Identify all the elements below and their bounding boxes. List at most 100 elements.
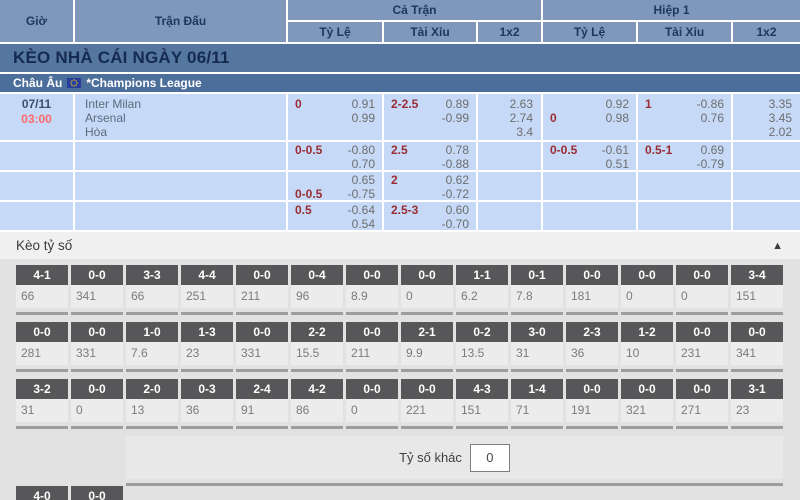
ft-overunder-cell[interactable]: 20.62-0.72 — [384, 172, 478, 202]
score-tile[interactable]: 0-0341 — [71, 486, 123, 500]
score-tile[interactable]: 1-16.2 — [456, 265, 508, 315]
score-label: 0-0 — [676, 322, 728, 342]
score-tile[interactable]: 0-0331 — [71, 322, 123, 372]
score-tile[interactable]: 0-0331 — [236, 322, 288, 372]
score-tile[interactable]: 0-00 — [621, 265, 673, 315]
ft-1x2-cell[interactable] — [478, 142, 543, 172]
score-tile[interactable]: 1-07.6 — [126, 322, 178, 372]
score-label: 4-1 — [16, 265, 68, 285]
match-time: 03:00 — [0, 112, 73, 127]
h1-handicap-cell[interactable] — [543, 202, 638, 232]
score-tile[interactable]: 1-323 — [181, 322, 233, 372]
score-tile[interactable]: 0-0341 — [71, 265, 123, 315]
score-tile[interactable]: 0-496 — [291, 265, 343, 315]
ft-overunder-cell[interactable]: 2-2.50.89-0.99 — [384, 94, 478, 142]
score-tile[interactable]: 3-231 — [16, 379, 68, 429]
score-tile[interactable]: 0-0221 — [401, 379, 453, 429]
odds-value: -0.79 — [697, 157, 724, 171]
h1-handicap-cell[interactable]: 0.9200.98 — [543, 94, 638, 142]
tile-underline — [401, 369, 453, 372]
ft-1x2-cell[interactable] — [478, 202, 543, 232]
score-tile-row: Tỷ số khác 4-0910-0341 — [16, 436, 800, 500]
score-tile[interactable]: 3-4151 — [731, 265, 783, 315]
score-tile[interactable]: 0-00 — [71, 379, 123, 429]
score-tile[interactable]: 0-00 — [676, 265, 728, 315]
score-odds-value: 13.5 — [456, 342, 508, 365]
score-tile[interactable]: 0-0191 — [566, 379, 618, 429]
ft-handicap-cell[interactable]: 0-0.5-0.800.70 — [288, 142, 384, 172]
collapse-arrow-icon[interactable]: ▲ — [772, 240, 783, 252]
score-tile[interactable]: 2-491 — [236, 379, 288, 429]
score-tile[interactable]: 0-0341 — [731, 322, 783, 372]
ft-overunder-cell[interactable]: 2.50.78-0.88 — [384, 142, 478, 172]
score-tile[interactable]: 0-0321 — [621, 379, 673, 429]
score-label: 1-1 — [456, 265, 508, 285]
score-tile[interactable]: 2-336 — [566, 322, 618, 372]
score-label: 0-0 — [236, 322, 288, 342]
score-tile[interactable]: 0-213.5 — [456, 322, 508, 372]
score-odds-value: 66 — [126, 285, 178, 308]
ft-handicap-cell[interactable]: 0.5-0.640.54 — [288, 202, 384, 232]
tile-underline — [291, 369, 343, 372]
h1-overunder-cell[interactable]: 0.5-10.69-0.79 — [638, 142, 733, 172]
h1-1x2-cell[interactable] — [733, 202, 800, 232]
h1-handicap-cell[interactable] — [543, 172, 638, 202]
score-tile[interactable]: 1-210 — [621, 322, 673, 372]
tile-underline — [401, 426, 453, 429]
score-tile[interactable]: 4-3151 — [456, 379, 508, 429]
score-label: 4-4 — [181, 265, 233, 285]
score-tile[interactable]: 0-0271 — [676, 379, 728, 429]
score-tile[interactable]: 0-0181 — [566, 265, 618, 315]
score-tile[interactable]: 4-091 — [16, 486, 68, 500]
odds-line: 0-0.5-0.61 — [543, 143, 636, 157]
tile-underline — [676, 426, 728, 429]
score-tile[interactable]: 0-00 — [346, 379, 398, 429]
score-label: 4-3 — [456, 379, 508, 399]
score-tile[interactable]: 0-00 — [401, 265, 453, 315]
score-odds-value: 23 — [181, 342, 233, 365]
other-score-input[interactable] — [470, 444, 510, 472]
score-tile[interactable]: 2-215.5 — [291, 322, 343, 372]
h1-overunder-cell[interactable]: 1-0.860.76 — [638, 94, 733, 142]
score-tile[interactable]: 2-013 — [126, 379, 178, 429]
score-tile[interactable]: 0-0211 — [346, 322, 398, 372]
score-odds-value: 191 — [566, 399, 618, 422]
tile-underline — [291, 426, 343, 429]
score-tile[interactable]: 1-471 — [511, 379, 563, 429]
odds-value: 0.62 — [446, 173, 469, 187]
ft-overunder-cell[interactable]: 2.5-30.60-0.70 — [384, 202, 478, 232]
score-tile[interactable]: 3-123 — [731, 379, 783, 429]
score-tile[interactable]: 0-0281 — [16, 322, 68, 372]
score-label: 3-0 — [511, 322, 563, 342]
ft-handicap-cell[interactable]: 00.910.99 — [288, 94, 384, 142]
ft-1x2-cell[interactable]: 2.632.743.4 — [478, 94, 543, 142]
col-header-ft-overunder: Tài Xỉu — [384, 22, 478, 44]
score-tile[interactable]: 0-08.9 — [346, 265, 398, 315]
h1-1x2-cell[interactable] — [733, 142, 800, 172]
score-odds-value: 0 — [676, 285, 728, 308]
score-tile[interactable]: 3-366 — [126, 265, 178, 315]
odds-line: 0.70 — [288, 157, 382, 171]
tile-underline — [16, 369, 68, 372]
h1-1x2-cell[interactable]: 3.353.452.02 — [733, 94, 800, 142]
score-tile[interactable]: 3-031 — [511, 322, 563, 372]
score-tile[interactable]: 4-166 — [16, 265, 68, 315]
score-tile[interactable]: 0-336 — [181, 379, 233, 429]
ft-handicap-cell[interactable]: 0.650-0.5-0.75 — [288, 172, 384, 202]
score-tile[interactable]: 4-4251 — [181, 265, 233, 315]
h1-handicap-cell[interactable]: 0-0.5-0.610.51 — [543, 142, 638, 172]
score-tile[interactable]: 2-19.9 — [401, 322, 453, 372]
score-tile[interactable]: 0-0211 — [236, 265, 288, 315]
odds-value: 0.99 — [352, 111, 375, 125]
h1-overunder-cell[interactable] — [638, 172, 733, 202]
tile-underline — [181, 426, 233, 429]
h1-1x2-cell[interactable] — [733, 172, 800, 202]
h1-overunder-cell[interactable] — [638, 202, 733, 232]
tile-underline — [346, 369, 398, 372]
ft-1x2-cell[interactable] — [478, 172, 543, 202]
handicap-label: 2-2.5 — [391, 97, 418, 111]
score-tile[interactable]: 0-17.8 — [511, 265, 563, 315]
tile-underline — [511, 426, 563, 429]
score-tile[interactable]: 0-0231 — [676, 322, 728, 372]
score-tile[interactable]: 4-286 — [291, 379, 343, 429]
